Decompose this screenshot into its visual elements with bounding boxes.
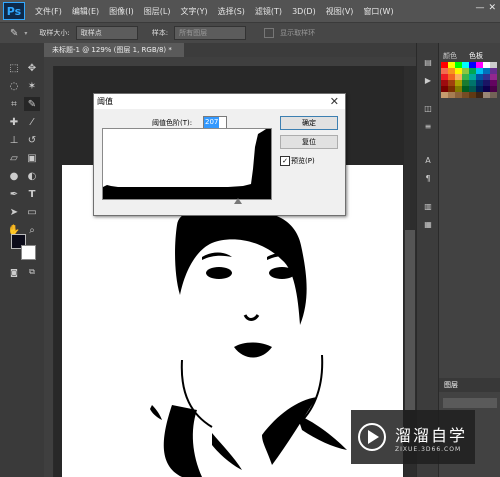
menu-select[interactable]: 选择(S) (218, 6, 245, 17)
swatch[interactable] (448, 92, 455, 98)
dodge-icon[interactable]: ◐ (24, 169, 40, 183)
eyedropper-tool-icon[interactable]: ✎ (10, 28, 18, 39)
photoshop-logo: Ps (3, 2, 25, 20)
histogram (102, 128, 272, 200)
tool-preset-arrow-icon[interactable]: ▾ (24, 30, 27, 37)
layers-panel-header: 图层 (439, 378, 500, 392)
watermark-url: ZIXUE.3D66.COM (395, 445, 462, 453)
brush-panel-icon[interactable]: ▥ (420, 199, 436, 213)
minimize-icon[interactable]: — (475, 3, 484, 13)
vertical-ruler (44, 66, 54, 477)
preview-label: 预览(P) (291, 157, 315, 165)
menu-image[interactable]: 图像(I) (109, 6, 134, 17)
paragraph-panel-icon[interactable]: ¶ (420, 171, 436, 185)
reset-button[interactable]: 复位 (280, 135, 338, 149)
marquee-icon[interactable]: ⬚ (6, 61, 22, 75)
tab-swatches[interactable]: 色板 (469, 51, 483, 61)
brush-icon[interactable]: ⁄ (24, 115, 40, 129)
shape-icon[interactable]: ▭ (24, 205, 40, 219)
watermark-logo: 溜溜自学 ZIXUE.3D66.COM (351, 410, 475, 464)
crop-icon[interactable]: ⌗ (6, 97, 22, 111)
properties-panel-icon[interactable]: ≡ (420, 119, 436, 133)
preview-checkbox[interactable]: ✓ (280, 156, 290, 166)
menu-type[interactable]: 文字(Y) (180, 6, 207, 17)
menu-filter[interactable]: 滤镜(T) (255, 6, 282, 17)
menu-view[interactable]: 视图(V) (326, 6, 354, 17)
show-ring-label: 显示取样环 (280, 29, 316, 37)
threshold-level-label: 阈值色阶(T): (152, 119, 193, 127)
adjustments-panel-icon[interactable]: ◫ (420, 101, 436, 115)
pen-icon[interactable]: ✒ (6, 187, 22, 201)
blur-icon[interactable]: ● (6, 169, 22, 183)
tab-layers[interactable]: 图层 (444, 380, 458, 390)
sample-size-label: 取样大小: (39, 29, 70, 37)
options-bar: ✎ ▾ 取样大小: 取样点 样本: 所有图层 显示取样环 (0, 22, 500, 44)
screen-mode-icon[interactable]: ⧉ (24, 265, 40, 279)
swatch[interactable] (455, 92, 462, 98)
sample-label: 样本: (151, 29, 169, 37)
ok-button[interactable]: 确定 (280, 116, 338, 130)
menu-window[interactable]: 窗口(W) (363, 6, 393, 17)
menu-layer[interactable]: 图层(L) (144, 6, 171, 17)
quick-mask-icon[interactable]: ◙ (6, 265, 22, 279)
actions-panel-icon[interactable]: ▶ (420, 73, 436, 87)
swatch[interactable] (476, 92, 483, 98)
swatch[interactable] (441, 92, 448, 98)
healing-icon[interactable]: ✚ (6, 115, 22, 129)
lasso-icon[interactable]: ◌ (6, 79, 22, 93)
menu-edit[interactable]: 编辑(E) (72, 6, 99, 17)
document-tab[interactable]: 未标题-1 @ 129% (图层 1, RGB/8) * (44, 43, 184, 57)
swatch[interactable] (462, 92, 469, 98)
swatch[interactable] (483, 92, 490, 98)
clone-source-panel-icon[interactable]: ▦ (420, 217, 436, 231)
watermark-brand: 溜溜自学 (395, 425, 468, 445)
swatches-grid[interactable] (441, 62, 499, 114)
menu-bar: Ps 文件(F) 编辑(E) 图像(I) 图层(L) 文字(Y) 选择(S) 滤… (0, 0, 500, 22)
window-controls: — ✕ (475, 3, 496, 13)
dialog-title: 阈值 (94, 94, 345, 109)
move-icon[interactable]: ✥ (24, 61, 40, 75)
stamp-icon[interactable]: ⊥ (6, 133, 22, 147)
swatch[interactable] (469, 92, 476, 98)
menu-3d[interactable]: 3D(D) (292, 7, 316, 16)
play-logo-icon (358, 423, 386, 451)
close-icon[interactable]: ✕ (330, 95, 339, 108)
swatch[interactable] (490, 92, 497, 98)
layer-filter-select[interactable] (443, 398, 497, 408)
sample-size-select[interactable]: 取样点 (75, 26, 138, 40)
tab-color[interactable]: 颜色 (443, 51, 457, 61)
history-brush-icon[interactable]: ↺ (24, 133, 40, 147)
threshold-level-value: 207 (204, 117, 220, 128)
magic-wand-icon[interactable]: ✶ (24, 79, 40, 93)
zoom-icon[interactable]: ⌕ (24, 223, 40, 237)
show-ring-checkbox[interactable] (264, 28, 275, 38)
path-select-icon[interactable]: ➤ (6, 205, 22, 219)
tools-panel: ⬚ ✥ ◌ ✶ ⌗ ✎ ✚ ⁄ ⊥ ↺ ▱ ▣ ● ◐ ✒ T ➤ ▭ ✋ ⌕ … (0, 43, 45, 477)
type-icon[interactable]: T (24, 187, 40, 201)
character-panel-icon[interactable]: A (420, 153, 436, 167)
background-color-swatch[interactable] (21, 245, 36, 260)
eraser-icon[interactable]: ▱ (6, 151, 22, 165)
scrollbar-thumb[interactable] (405, 230, 415, 410)
threshold-slider-handle[interactable] (234, 198, 242, 204)
gradient-icon[interactable]: ▣ (24, 151, 40, 165)
menu-file[interactable]: 文件(F) (35, 6, 62, 17)
history-panel-icon[interactable]: ▤ (420, 55, 436, 69)
eyedropper-icon[interactable]: ✎ (24, 97, 40, 111)
sample-select[interactable]: 所有图层 (174, 26, 247, 40)
close-window-icon[interactable]: ✕ (488, 3, 496, 13)
threshold-dialog: 阈值 ✕ 阈值色阶(T): 207 确定 复位 ✓ 预览(P) (93, 93, 346, 216)
